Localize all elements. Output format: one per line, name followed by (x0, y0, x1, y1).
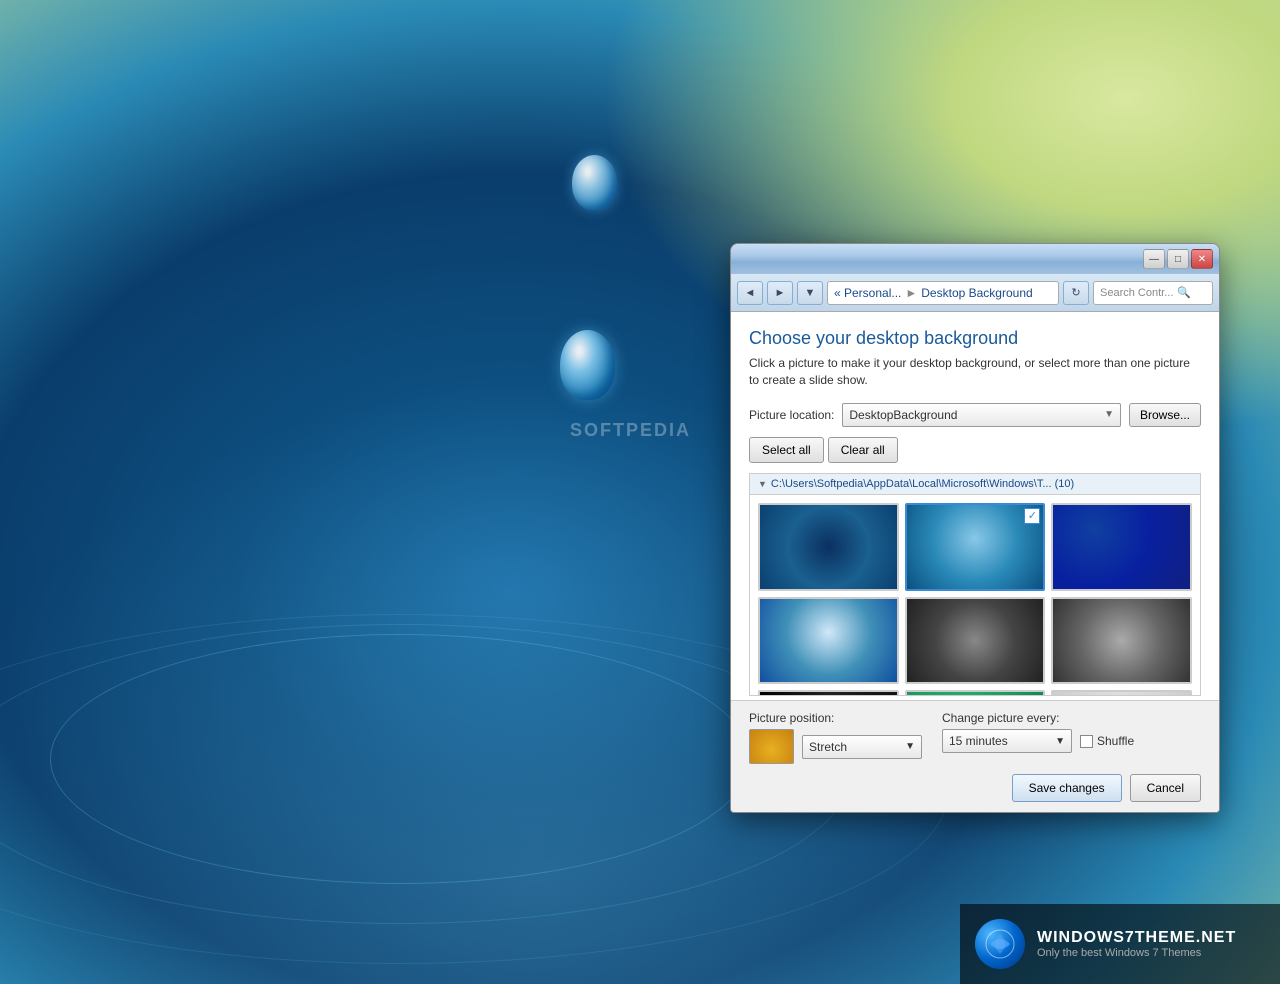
main-content: Choose your desktop background Click a p… (731, 312, 1219, 700)
desktop-background-dialog: — □ ✕ ◄ ► ▼ « Personal... ► Desktop Back… (730, 243, 1220, 813)
water-droplet-large (560, 330, 615, 400)
search-icon: 🔍 (1177, 286, 1191, 299)
position-dropdown[interactable]: Stretch ▼ (802, 735, 922, 759)
picture-location-row: Picture location: DesktopBackground ▼ Br… (749, 403, 1201, 427)
water-droplet-small (572, 155, 617, 210)
action-buttons-row: Save changes Cancel (749, 774, 1201, 802)
picture-location-dropdown[interactable]: DesktopBackground ▼ (842, 403, 1121, 427)
thumbnail-1[interactable] (758, 503, 899, 591)
picture-location-value: DesktopBackground (849, 408, 957, 422)
save-changes-button[interactable]: Save changes (1012, 774, 1122, 802)
change-interval-dropdown[interactable]: 15 minutes ▼ (942, 729, 1072, 753)
change-picture-group: Change picture every: 15 minutes ▼ Shuff… (942, 711, 1201, 764)
minimize-button[interactable]: — (1143, 249, 1165, 269)
theme-badge-logo (975, 919, 1025, 969)
address-bar: ◄ ► ▼ « Personal... ► Desktop Background… (731, 274, 1219, 312)
thumbnail-grid: ✓ (750, 495, 1200, 695)
address-path[interactable]: « Personal... ► Desktop Background (827, 281, 1059, 305)
dropdown-button[interactable]: ▼ (797, 281, 823, 305)
back-button[interactable]: ◄ (737, 281, 763, 305)
softpedia-watermark: SOFTPEDIA (570, 420, 691, 441)
theme-badge-text: WINDOWS7THEME.NET Only the best Windows … (1037, 929, 1236, 959)
select-all-button[interactable]: Select all (749, 437, 824, 463)
shuffle-row: Shuffle (1080, 734, 1134, 748)
badge-title: WINDOWS7THEME.NET (1037, 929, 1236, 947)
shuffle-checkbox[interactable] (1080, 735, 1093, 748)
select-clear-row: Select all Clear all (749, 437, 1201, 463)
change-picture-control-row: 15 minutes ▼ Shuffle (942, 729, 1201, 753)
settings-row: Picture position: Stretch ▼ Change pictu… (749, 711, 1201, 764)
close-button[interactable]: ✕ (1191, 249, 1213, 269)
interval-value: 15 minutes (949, 734, 1008, 748)
shuffle-label: Shuffle (1097, 734, 1134, 748)
search-placeholder: Search Contr... (1100, 287, 1173, 299)
forward-button[interactable]: ► (767, 281, 793, 305)
theme-badge: WINDOWS7THEME.NET Only the best Windows … (960, 904, 1280, 984)
path-separator-icon: ► (905, 286, 917, 300)
browse-button[interactable]: Browse... (1129, 403, 1201, 427)
cancel-button[interactable]: Cancel (1130, 774, 1201, 802)
picture-position-preview (749, 729, 794, 764)
title-bar: — □ ✕ (731, 244, 1219, 274)
page-description: Click a picture to make it your desktop … (749, 355, 1201, 389)
thumbnail-2[interactable]: ✓ (905, 503, 1046, 591)
page-title: Choose your desktop background (749, 328, 1201, 349)
maximize-button[interactable]: □ (1167, 249, 1189, 269)
thumbnail-6[interactable] (1051, 597, 1192, 685)
picture-position-control-row: Stretch ▼ (749, 729, 922, 764)
thumbnail-3[interactable] (1051, 503, 1192, 591)
picture-position-group: Picture position: Stretch ▼ (749, 711, 922, 764)
dropdown-arrow-icon: ▼ (1104, 409, 1114, 420)
position-value: Stretch (809, 740, 847, 754)
thumbnail-9[interactable] (1051, 690, 1192, 694)
thumbnail-4[interactable] (758, 597, 899, 685)
folder-path: C:\Users\Softpedia\AppData\Local\Microso… (771, 478, 1074, 490)
bottom-controls: Picture position: Stretch ▼ Change pictu… (731, 700, 1219, 812)
thumbnail-container: ▼ C:\Users\Softpedia\AppData\Local\Micro… (749, 473, 1201, 696)
folder-header: ▼ C:\Users\Softpedia\AppData\Local\Micro… (750, 474, 1200, 495)
path-personal[interactable]: « Personal... (834, 286, 901, 300)
picture-location-label: Picture location: (749, 408, 834, 422)
position-dropdown-arrow: ▼ (905, 741, 915, 752)
change-picture-label: Change picture every: (942, 711, 1201, 725)
window-controls: — □ ✕ (1143, 249, 1213, 269)
content-area: Choose your desktop background Click a p… (731, 312, 1219, 700)
search-box[interactable]: Search Contr... 🔍 (1093, 281, 1213, 305)
picture-position-label: Picture position: (749, 711, 922, 725)
path-current[interactable]: Desktop Background (921, 286, 1032, 300)
thumbnail-2-check: ✓ (1024, 508, 1040, 524)
refresh-button[interactable]: ↻ (1063, 281, 1089, 305)
thumbnail-5[interactable] (905, 597, 1046, 685)
interval-dropdown-arrow: ▼ (1055, 736, 1065, 747)
badge-subtitle: Only the best Windows 7 Themes (1037, 947, 1236, 959)
thumbnail-8[interactable] (905, 690, 1046, 694)
folder-collapse-icon[interactable]: ▼ (758, 479, 767, 489)
thumbnail-7[interactable] (758, 690, 899, 694)
clear-all-button[interactable]: Clear all (828, 437, 898, 463)
